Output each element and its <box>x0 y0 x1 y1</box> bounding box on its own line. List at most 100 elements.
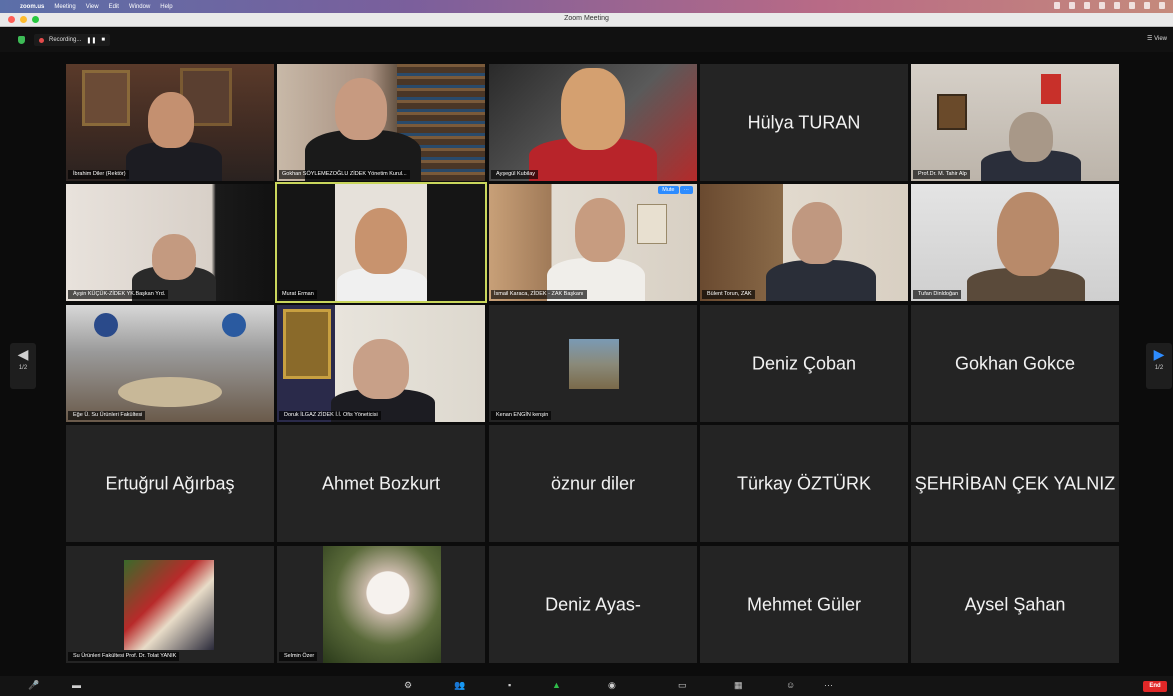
video-camera-icon[interactable]: ▬ <box>72 680 81 690</box>
profile-photo <box>323 546 441 663</box>
participant-tile[interactable]: Doruk İLGAZ ZİDEK İ.İ. Ofis Yöneticisi <box>277 305 485 422</box>
menu-window[interactable]: Window <box>129 4 150 10</box>
menubar-status-icons <box>1054 2 1165 9</box>
participant-name: Su Ürünleri Fakültesi Prof. Dr. Tolat YA… <box>73 653 177 659</box>
meeting-table <box>118 377 222 407</box>
participant-tile[interactable]: Aysel Şahan <box>911 546 1119 663</box>
mic-muted-icon <box>492 532 497 539</box>
status-icon[interactable] <box>1084 2 1090 9</box>
participant-tile[interactable]: Ayşegül Kubilay <box>489 64 697 181</box>
participant-tile[interactable]: Gokhan Gokce <box>911 305 1119 422</box>
participant-tile[interactable]: İbrahim Diler (Rektör) <box>66 64 274 181</box>
security-shield-icon[interactable] <box>18 36 25 44</box>
mac-menubar: zoom.us Meeting View Edit Window Help <box>0 0 1173 13</box>
chevron-left-icon: ◀ <box>17 346 29 362</box>
mic-muted-icon <box>914 653 919 660</box>
person-face <box>355 208 407 274</box>
chat-icon[interactable]: ▪ <box>508 680 511 690</box>
participant-display-name: Ertuğrul Ağırbaş <box>105 473 235 493</box>
participant-tile[interactable]: Mehmet Güler <box>700 546 908 663</box>
status-icon[interactable] <box>1159 2 1165 9</box>
participant-display-name: Deniz Ayas- <box>545 594 641 614</box>
mic-muted-icon <box>914 412 919 419</box>
status-icon[interactable] <box>1054 2 1060 9</box>
mute-button[interactable]: Mute <box>658 186 679 194</box>
wall-flag <box>1041 74 1061 104</box>
participant-tile[interactable]: Ahmet Bozkurt <box>277 425 485 542</box>
participant-tile[interactable]: Ayşin KÜÇÜK-ZİDEK YK.Başkan Yrd. <box>66 184 274 301</box>
mic-muted-icon <box>492 653 497 660</box>
mic-muted-icon <box>914 532 919 539</box>
participant-name: Kenan ENGİN kenşin <box>496 412 549 418</box>
participant-name: Tufan Dinldoğan <box>918 291 959 297</box>
share-screen-icon[interactable]: ▲ <box>552 680 561 690</box>
mic-muted-icon <box>703 653 708 660</box>
participant-display-name: Aysel Şahan <box>964 594 1066 614</box>
view-button[interactable]: ☰ View <box>1147 35 1167 42</box>
participant-tile[interactable]: Mute ··· İsmail Karaca, ZİDEK - ZAK Başka… <box>489 184 697 301</box>
more-options-icon[interactable]: ··· <box>679 186 693 194</box>
menu-help[interactable]: Help <box>160 4 172 10</box>
participant-name-label: İbrahim Diler (Rektör) <box>68 170 129 179</box>
participant-name: Bülent Torun, ZAK <box>707 291 752 297</box>
person-body <box>766 260 876 301</box>
participant-tile[interactable]: ŞEHRİBAN ÇEK YALNIZ <box>911 425 1119 542</box>
profile-photo <box>124 560 214 650</box>
previous-page-button[interactable]: ◀ 1/2 <box>10 343 36 389</box>
zoom-window: zoom.us Meeting View Edit Window Help Zo… <box>0 0 1173 696</box>
participant-tile[interactable]: Tufan Dinldoğan <box>911 184 1119 301</box>
record-icon[interactable]: ◉ <box>608 680 616 691</box>
menu-app-name[interactable]: zoom.us <box>20 4 44 10</box>
mic-muted-icon <box>703 171 708 178</box>
menu-view[interactable]: View <box>86 4 99 10</box>
person-face <box>997 192 1059 276</box>
participant-tile[interactable]: Deniz Ayas- <box>489 546 697 663</box>
participant-tile-active-speaker[interactable]: Murat Erman <box>275 182 487 303</box>
reactions-icon[interactable]: ☺ <box>786 680 795 690</box>
end-meeting-button[interactable]: End <box>1143 681 1167 692</box>
portrait-frame <box>82 70 130 126</box>
participant-tile[interactable]: Hülya TURAN <box>700 64 908 181</box>
participant-tile[interactable]: Prof.Dr. M. Tahir Alp <box>911 64 1119 181</box>
participant-tile[interactable]: Eğe Ü. Su Ürünleri Fakültesi <box>66 305 274 422</box>
participant-tile[interactable]: öznur diler <box>489 425 697 542</box>
participant-name: İsmail Karaca, ZİDEK - ZAK Başkanı <box>494 291 584 297</box>
participant-name: Selmin Özer <box>284 653 315 659</box>
person-face <box>148 92 194 148</box>
more-icon[interactable]: ··· <box>824 680 833 690</box>
participant-tile[interactable]: Türkay ÖZTÜRK <box>700 425 908 542</box>
mute-menu[interactable]: Mute ··· <box>658 186 693 194</box>
status-icon[interactable] <box>1099 2 1105 9</box>
participant-tile[interactable]: Su Ürünleri Fakültesi Prof. Dr. Tolat YA… <box>66 546 274 663</box>
recording-indicator[interactable]: Recording... ❚❚ ■ <box>34 34 111 46</box>
microphone-icon[interactable]: 🎤 <box>28 680 39 691</box>
stop-recording-icon[interactable]: ■ <box>101 37 105 43</box>
menu-edit[interactable]: Edit <box>109 4 119 10</box>
person-face <box>792 202 842 264</box>
participant-tile[interactable]: Bülent Torun, ZAK <box>700 184 908 301</box>
view-button-label: View <box>1154 36 1167 42</box>
participant-name: Prof.Dr. M. Tahir Alp <box>918 171 967 177</box>
next-page-button[interactable]: ▶ 1/2 <box>1146 343 1172 389</box>
participant-name-label: Doruk İLGAZ ZİDEK İ.İ. Ofis Yöneticisi <box>279 411 381 420</box>
participant-tile[interactable]: Selmin Özer <box>277 546 485 663</box>
security-icon[interactable]: ⚙ <box>404 680 412 691</box>
wall-poster <box>637 204 667 244</box>
closed-caption-icon[interactable]: ▭ <box>678 680 687 691</box>
participant-tile[interactable]: Gokhan SÖYLEMEZOĞLU ZİDEK Yönetim Kurul.… <box>277 64 485 181</box>
participant-tile[interactable]: Kenan ENGİN kenşin <box>489 305 697 422</box>
status-icon[interactable] <box>1144 2 1150 9</box>
participant-display-name: ŞEHRİBAN ÇEK YALNIZ <box>914 473 1116 493</box>
participant-tile[interactable]: Ertuğrul Ağırbaş <box>66 425 274 542</box>
participant-tile[interactable]: Deniz Çoban <box>700 305 908 422</box>
participants-icon[interactable]: 👥 <box>454 680 465 691</box>
pause-recording-icon[interactable]: ❚❚ <box>86 37 96 44</box>
person-face <box>353 339 409 399</box>
breakout-rooms-icon[interactable]: ▦ <box>734 680 743 691</box>
person-face <box>575 198 625 262</box>
status-icon[interactable] <box>1069 2 1075 9</box>
menu-meeting[interactable]: Meeting <box>54 4 75 10</box>
participant-name-label: Tufan Dinldoğan <box>913 290 962 299</box>
status-icon[interactable] <box>1114 2 1120 9</box>
status-icon[interactable] <box>1129 2 1135 9</box>
